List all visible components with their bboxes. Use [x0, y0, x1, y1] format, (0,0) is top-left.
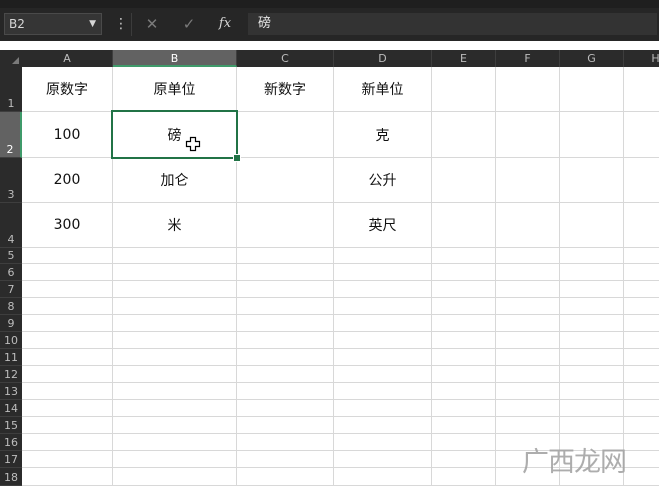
window-top-strip — [0, 0, 659, 8]
row-header-6[interactable]: 6 — [0, 264, 22, 281]
row-number: 13 — [4, 385, 18, 398]
grid-column-line — [495, 67, 496, 486]
column-header-b[interactable]: B — [113, 50, 237, 67]
cell-d4[interactable]: 英尺 — [334, 203, 431, 247]
row-number: 17 — [4, 453, 18, 466]
row-header-11[interactable]: 11 — [0, 349, 22, 366]
row-number: 15 — [4, 419, 18, 432]
row-number: 16 — [4, 436, 18, 449]
grid-row-line — [22, 348, 659, 349]
formula-bar: B2 ▼ ⋮ ✕ ✓ fx 磅 — [0, 8, 659, 41]
grid-row-line — [22, 331, 659, 332]
grid-column-line — [623, 67, 624, 486]
row-header-17[interactable]: 17 — [0, 451, 22, 468]
row-header-9[interactable]: 9 — [0, 315, 22, 332]
vertical-dots-icon[interactable]: ⋮ — [114, 16, 128, 32]
column-header-row: ABCDEFGH — [0, 50, 659, 67]
grid-row-line — [22, 382, 659, 383]
row-header-8[interactable]: 8 — [0, 298, 22, 315]
grid-column-line — [559, 67, 560, 486]
name-box-value: B2 — [9, 17, 25, 31]
grid-column-line — [431, 67, 432, 486]
row-number: 14 — [4, 402, 18, 415]
row-header-18[interactable]: 18 — [0, 468, 22, 486]
row-header-5[interactable]: 5 — [0, 248, 22, 264]
cell-d3[interactable]: 公升 — [334, 158, 431, 202]
grid-row-line — [22, 314, 659, 315]
row-number: 3 — [7, 188, 15, 201]
row-number: 1 — [7, 97, 15, 110]
grid-row-line — [22, 280, 659, 281]
cell-c1[interactable]: 新数字 — [237, 67, 333, 111]
cell-d2[interactable]: 克 — [334, 112, 431, 157]
row-number: 2 — [6, 143, 14, 156]
row-header-14[interactable]: 14 — [0, 400, 22, 417]
grid-row-line — [22, 247, 659, 248]
row-header-15[interactable]: 15 — [0, 417, 22, 434]
grid-row-line — [22, 399, 659, 400]
column-header-f[interactable]: F — [496, 50, 560, 67]
grid-row-line — [22, 416, 659, 417]
row-header-2[interactable]: 2 — [0, 112, 22, 158]
row-number: 11 — [4, 351, 18, 364]
row-number: 7 — [7, 283, 15, 296]
cell-b1[interactable]: 原单位 — [113, 67, 236, 111]
row-header-13[interactable]: 13 — [0, 383, 22, 400]
cell-b4[interactable]: 米 — [113, 203, 236, 247]
row-header-3[interactable]: 3 — [0, 158, 22, 203]
row-header-1[interactable]: 1 — [0, 67, 22, 112]
grid-row-line — [22, 433, 659, 434]
column-header-c[interactable]: C — [237, 50, 334, 67]
row-header-column: 1 2 3 4 5 6 7 8 9 10 11 12 13 14 15 16 17 18 — [0, 67, 22, 486]
cell-a1[interactable]: 原数字 — [22, 67, 112, 111]
select-all-button[interactable] — [0, 50, 22, 67]
row-number: 9 — [7, 317, 15, 330]
row-header-10[interactable]: 10 — [0, 332, 22, 349]
cell-a2[interactable]: 100 — [22, 112, 112, 157]
row-header-12[interactable]: 12 — [0, 366, 22, 383]
plus-cursor-icon — [185, 136, 201, 152]
row-number: 5 — [7, 249, 15, 262]
formula-bar-divider — [131, 13, 132, 36]
column-header-d[interactable]: D — [334, 50, 432, 67]
cell-d1[interactable]: 新单位 — [334, 67, 431, 111]
cell-a4[interactable]: 300 — [22, 203, 112, 247]
row-header-7[interactable]: 7 — [0, 281, 22, 298]
row-header-16[interactable]: 16 — [0, 434, 22, 451]
check-icon[interactable]: ✓ — [178, 14, 200, 34]
grid-row-line — [22, 297, 659, 298]
row-number: 6 — [7, 266, 15, 279]
row-header-4[interactable]: 4 — [0, 203, 22, 248]
fill-handle[interactable] — [233, 154, 241, 162]
row-number: 12 — [4, 368, 18, 381]
worksheet-grid[interactable]: 原数字 原单位 新数字 新单位 100 磅克 200 加仑 公升 300 米英尺 — [22, 67, 659, 486]
watermark: 广西龙网 — [522, 447, 627, 478]
column-header-a[interactable]: A — [22, 50, 113, 67]
row-number: 4 — [7, 233, 15, 246]
active-cell-border — [111, 110, 238, 159]
cell-a3[interactable]: 200 — [22, 158, 112, 202]
column-header-e[interactable]: E — [432, 50, 496, 67]
close-icon[interactable]: ✕ — [141, 14, 163, 34]
chevron-down-icon[interactable]: ▼ — [89, 14, 96, 34]
grid-row-line — [22, 365, 659, 366]
formula-input[interactable]: 磅 — [248, 13, 657, 35]
row-number: 18 — [4, 471, 18, 484]
row-number: 8 — [7, 300, 15, 313]
row-number: 10 — [4, 334, 18, 347]
column-header-g[interactable]: G — [560, 50, 624, 67]
insert-function-button[interactable]: fx — [214, 14, 236, 34]
grid-row-line — [22, 263, 659, 264]
column-header-h[interactable]: H — [624, 50, 659, 67]
cell-b3[interactable]: 加仑 — [113, 158, 236, 202]
name-box[interactable]: B2 ▼ — [4, 13, 102, 35]
